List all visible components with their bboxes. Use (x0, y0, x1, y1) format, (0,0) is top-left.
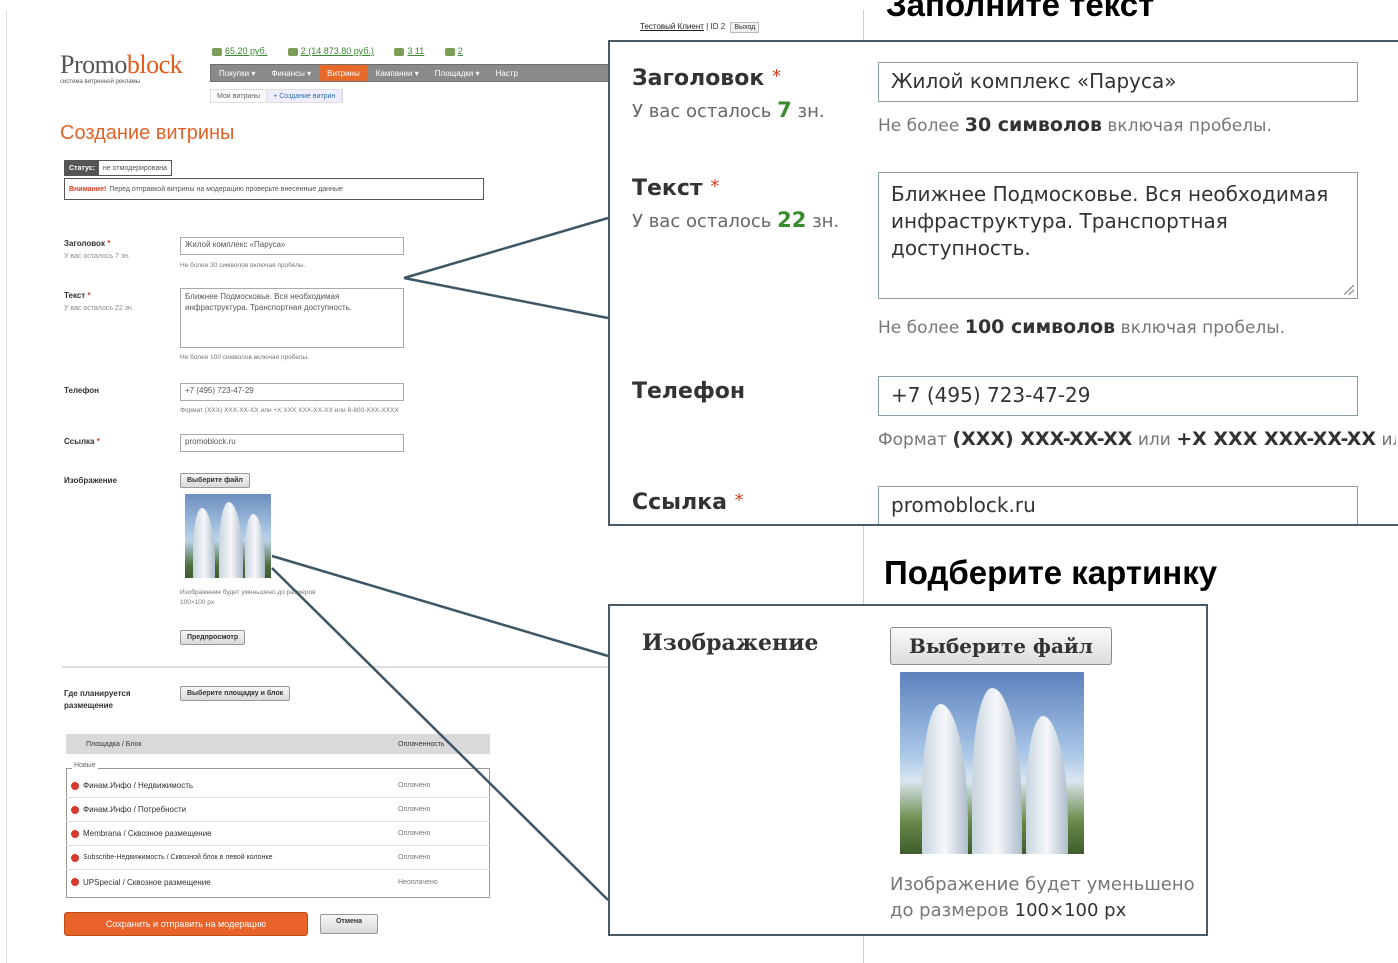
image-label: Изображение (642, 630, 819, 656)
text-hint: Не более 100 символов включая пробелы. (878, 316, 1286, 338)
title-hint: Не более 30 символов включая пробелы. (878, 114, 1272, 136)
link-input[interactable]: promoblock.ru (878, 486, 1358, 524)
image-preview (900, 672, 1084, 854)
link-label: Ссылка * (632, 490, 744, 515)
image-hint: Изображение будет уменьшено до размеров … (890, 874, 1195, 921)
phone-input[interactable]: +7 (495) 723-47-29 (878, 376, 1358, 416)
title-label: Заголовок * (632, 66, 781, 91)
text-area-value: Ближнее Подмосковье. Вся необходимая инф… (891, 182, 1329, 260)
title-remaining: У вас осталось 7 зн. (632, 98, 825, 122)
text-area[interactable]: Ближнее Подмосковье. Вся необходимая инф… (878, 172, 1358, 299)
text-label: Текст * (632, 176, 720, 201)
choose-file-button[interactable]: Выберите файл (890, 627, 1112, 665)
callout-image-title: Подберите картинку (884, 554, 1218, 591)
resize-handle-icon[interactable] (1344, 285, 1354, 295)
text-remaining: У вас осталось 22 зн. (632, 208, 840, 232)
phone-hint: Формат (XXX) XXX-XX-XX или +X XXX XXX-XX… (878, 428, 1396, 450)
phone-label: Телефон (632, 379, 746, 404)
title-input[interactable]: Жилой комплекс «Паруса» (878, 62, 1358, 102)
callout-text-title: Заполните текст (886, 0, 1155, 23)
